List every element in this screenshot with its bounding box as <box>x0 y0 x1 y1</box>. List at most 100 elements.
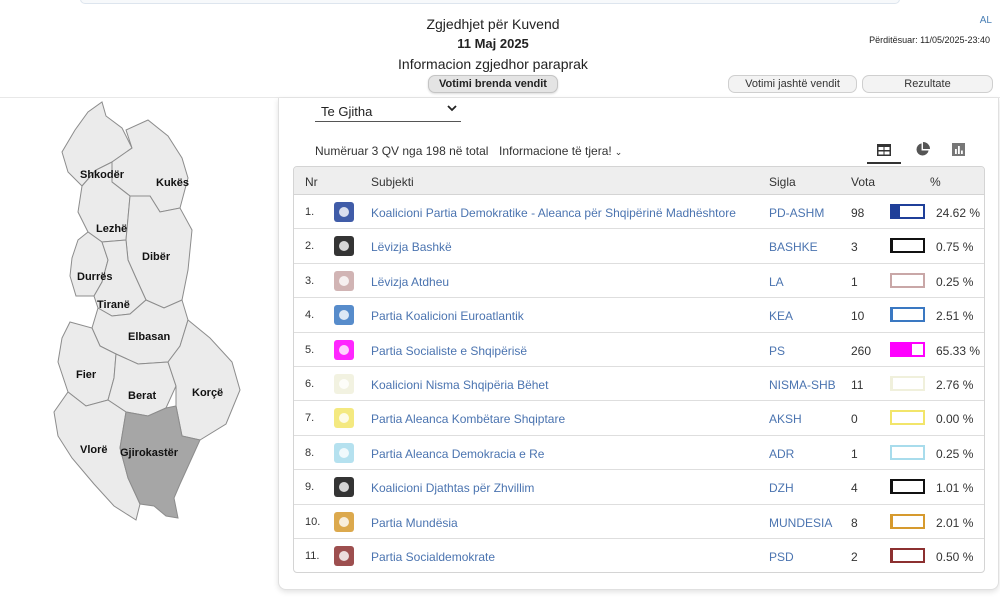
party-name-link[interactable]: Partia Aleanca Kombëtare Shqiptare <box>371 412 565 426</box>
bar-chart-icon <box>951 143 965 156</box>
party-name-link[interactable]: Koalicioni Nisma Shqipëria Bëhet <box>371 378 548 392</box>
percent-bar <box>890 479 925 495</box>
row-nr: 5. <box>305 343 315 356</box>
party-name-link[interactable]: Partia Socialdemokrate <box>371 550 495 564</box>
map-label-diber: Dibër <box>142 251 171 263</box>
vote-percent: 1.01 % <box>936 481 974 496</box>
counted-stations-text: Numëruar 3 QV nga 198 në total <box>315 144 489 158</box>
percent-bar-fill <box>892 377 893 389</box>
vote-count: 3 <box>851 240 858 255</box>
percent-bar <box>890 238 925 254</box>
vote-count: 260 <box>851 343 872 358</box>
party-name-link[interactable]: Partia Koalicioni Euroatlantik <box>371 309 524 323</box>
kea-logo-icon <box>333 304 355 326</box>
percent-bar-fill <box>892 343 913 355</box>
vote-percent: 0.00 % <box>936 412 974 427</box>
party-name-link[interactable]: Partia Aleanca Demokracia e Re <box>371 447 544 461</box>
row-nr: 11. <box>305 549 320 562</box>
table-header: Nr Subjekti Sigla Vota % <box>294 167 984 195</box>
percent-bar <box>890 444 925 460</box>
col-pct: % <box>930 175 941 189</box>
percent-bar <box>890 410 925 426</box>
map-svg: Shkodër Kukës Lezhë Dibër Durrës Tiranë … <box>53 101 241 521</box>
vote-count: 98 <box>851 206 865 220</box>
party-abbr-link[interactable]: PD-ASHM <box>769 206 824 220</box>
party-name-link[interactable]: Koalicioni Djathtas për Zhvillim <box>371 481 534 495</box>
results-table: Nr Subjekti Sigla Vota % 1. Koalicioni Pa… <box>293 166 985 573</box>
bar-view-button[interactable] <box>941 138 975 164</box>
table-row: 10. Partia Mundësia MUNDESIA 8 2.01 % <box>294 505 984 539</box>
percent-bar <box>890 547 925 563</box>
table-view-button[interactable] <box>867 138 901 164</box>
party-name-link[interactable]: Lëvizja Bashkë <box>371 240 452 254</box>
table-row: 3. Lëvizja Atdheu LA 1 0.25 % <box>294 264 984 299</box>
col-votes: Vota <box>851 175 876 189</box>
party-abbr-link[interactable]: PS <box>769 344 785 358</box>
row-nr: 8. <box>305 446 315 459</box>
table-row: 11. Partia Socialdemokrate PSD 2 0.50 % <box>294 539 984 572</box>
map-label-lezhe: Lezhë <box>96 223 127 235</box>
language-switch[interactable]: AL <box>980 15 992 26</box>
party-name-link[interactable]: Partia Socialiste e Shqipërisë <box>371 344 527 358</box>
tab-abroad-voting[interactable]: Votimi jashtë vendit <box>728 75 857 93</box>
party-name-link[interactable]: Lëvizja Atdheu <box>371 275 449 289</box>
vote-percent: 2.01 % <box>936 515 974 530</box>
col-nr: Nr <box>305 175 318 189</box>
la-logo-icon <box>333 270 355 292</box>
vote-count: 0 <box>851 412 858 427</box>
map-label-kukes: Kukës <box>156 177 189 189</box>
vote-percent: 0.75 % <box>936 240 974 255</box>
row-nr: 7. <box>305 412 315 425</box>
party-abbr-link[interactable]: LA <box>769 275 784 289</box>
vote-count: 1 <box>851 274 858 289</box>
row-nr: 10. <box>305 515 321 528</box>
party-name-link[interactable]: Koalicioni Partia Demokratike - Aleanca … <box>371 206 736 220</box>
map-label-berat: Berat <box>128 390 156 402</box>
table-icon <box>877 144 891 156</box>
adr-logo-icon <box>333 442 355 464</box>
tab-results[interactable]: Rezultate <box>862 75 993 93</box>
more-info-toggle[interactable]: Informacione të tjera! ⌄ <box>499 144 622 158</box>
map-label-durres: Durrës <box>77 271 112 283</box>
region-filter-value: Te Gjitha <box>321 104 373 119</box>
region-filter-select[interactable]: Te Gjitha <box>315 100 461 122</box>
party-name-link[interactable]: Partia Mundësia <box>371 516 458 530</box>
party-abbr-link[interactable]: NISMA-SHB <box>769 378 836 392</box>
election-date: 11 Maj 2025 <box>457 36 529 51</box>
page-title: Zgjedhjet për Kuvend <box>426 16 560 32</box>
row-nr: 1. <box>305 206 315 218</box>
row-nr: 4. <box>305 309 315 322</box>
pie-view-button[interactable] <box>905 138 939 164</box>
vote-percent: 2.51 % <box>936 309 974 324</box>
top-search-bar <box>80 0 900 4</box>
map-label-tirane: Tiranë <box>97 299 130 311</box>
party-abbr-link[interactable]: BASHKE <box>769 240 818 254</box>
aksh-logo-icon <box>333 407 355 429</box>
vote-percent: 0.25 % <box>936 274 974 289</box>
percent-bar-fill <box>892 515 893 527</box>
chevron-down-icon <box>447 103 457 116</box>
map-label-vlore: Vlorë <box>80 444 108 456</box>
percent-bar <box>890 204 925 219</box>
chevron-down-icon: ⌄ <box>614 147 623 157</box>
vote-count: 2 <box>851 549 858 564</box>
vote-count: 8 <box>851 515 858 530</box>
tab-domestic-voting[interactable]: Votimi brenda vendit <box>428 75 558 93</box>
map-label-fier: Fier <box>76 369 97 381</box>
vote-count: 4 <box>851 481 858 496</box>
row-nr: 6. <box>305 377 315 390</box>
nisma-logo-icon <box>333 373 355 395</box>
vote-count: 1 <box>851 446 858 461</box>
psd-logo-icon <box>333 545 355 567</box>
row-nr: 9. <box>305 481 315 494</box>
party-abbr-link[interactable]: ADR <box>769 447 794 461</box>
party-abbr-link[interactable]: KEA <box>769 309 793 323</box>
mundesia-logo-icon <box>333 511 355 533</box>
party-abbr-link[interactable]: PSD <box>769 550 794 564</box>
table-row: 8. Partia Aleanca Demokracia e Re ADR 1 0.25… <box>294 436 984 471</box>
party-abbr-link[interactable]: AKSH <box>769 412 802 426</box>
percent-bar <box>890 272 925 288</box>
party-abbr-link[interactable]: MUNDESIA <box>769 516 832 530</box>
party-abbr-link[interactable]: DZH <box>769 481 794 495</box>
percent-bar <box>890 513 925 529</box>
